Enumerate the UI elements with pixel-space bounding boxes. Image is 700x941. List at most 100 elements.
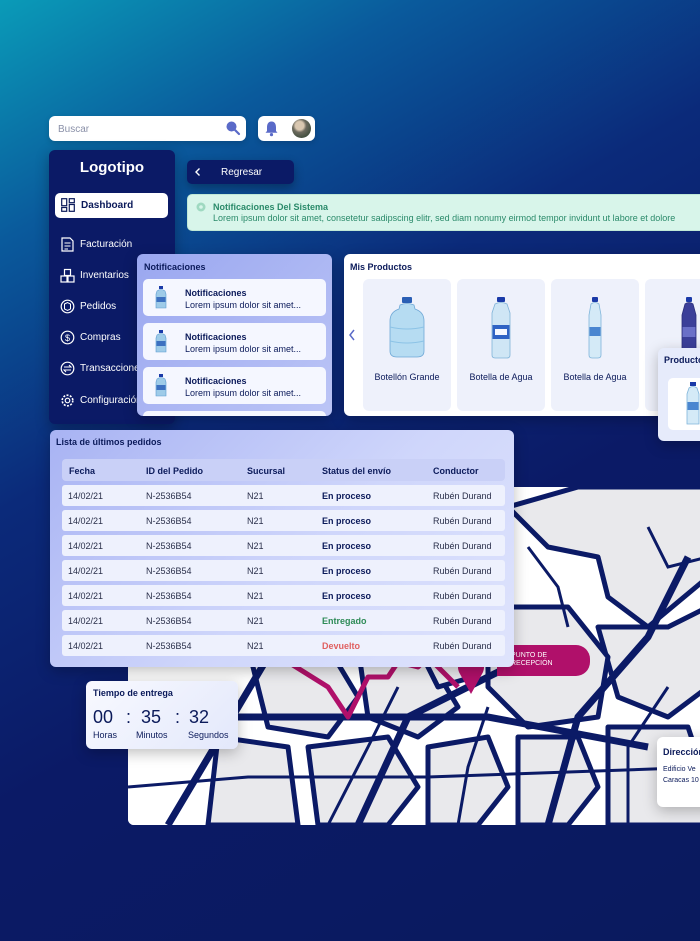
- bell-icon[interactable]: [263, 120, 280, 137]
- table-row[interactable]: 14/02/21 N-2536B54 N21 En proceso Rubén …: [62, 485, 505, 506]
- cell-order-id: N-2536B54: [146, 641, 192, 651]
- notification-title: Notificaciones: [185, 332, 247, 342]
- products-side-panel: Productos: [658, 348, 700, 441]
- system-notification-title: Notificaciones Del Sistema: [213, 202, 329, 212]
- cell-date: 14/02/21: [68, 566, 104, 576]
- time-separator: :: [175, 707, 181, 727]
- back-button-label: Regresar: [221, 167, 263, 178]
- column-header: Fecha: [69, 466, 96, 476]
- chevron-left-icon: [195, 168, 200, 176]
- dashboard-icon: [61, 198, 75, 212]
- hours-value: 00: [93, 707, 114, 727]
- cell-driver: Rubén Durand: [433, 541, 492, 551]
- cell-driver: Rubén Durand: [433, 591, 492, 601]
- gear-icon: [196, 202, 206, 212]
- system-notification-body: Lorem ipsum dolor sit amet, consetetur s…: [213, 213, 676, 223]
- notification-body: Lorem ipsum dolor sit amet...: [185, 388, 302, 398]
- cell-status: Devuelto: [322, 641, 361, 651]
- bottle-icon: [155, 374, 167, 397]
- pickup-point-text: PUNTO DE RECEPCIÓN: [511, 652, 553, 667]
- cell-date: 14/02/21: [68, 491, 104, 501]
- table-row[interactable]: 14/02/21 N-2536B54 N21 Devuelto Rubén Du…: [62, 635, 505, 656]
- gear-icon: [61, 394, 74, 407]
- sidebar-item-label: Inventarios: [80, 270, 129, 281]
- cell-branch: N21: [247, 591, 264, 601]
- minutes-label: Minutos: [136, 730, 168, 740]
- column-header: Status del envío: [322, 466, 392, 476]
- address-title: Dirección: [663, 747, 700, 757]
- notifications-title: Notificaciones: [144, 262, 206, 272]
- cell-status: En proceso: [322, 491, 372, 501]
- product-card[interactable]: Botella de Agua: [457, 279, 545, 411]
- cell-date: 14/02/21: [68, 516, 104, 526]
- chevron-left-icon[interactable]: [347, 328, 357, 342]
- cell-branch: N21: [247, 566, 264, 576]
- table-header: Fecha ID del Pedido Sucursal Status del …: [62, 459, 505, 481]
- notification-item[interactable]: [143, 411, 326, 416]
- products-title: Mis Productos: [350, 262, 413, 272]
- water-bottle-image: [491, 297, 511, 359]
- cell-order-id: N-2536B54: [146, 516, 192, 526]
- cell-date: 14/02/21: [68, 616, 104, 626]
- cell-status: Entregado: [322, 616, 367, 626]
- search-input[interactable]: [58, 122, 218, 136]
- search-icon[interactable]: [225, 120, 241, 136]
- notification-title: Notificaciones: [185, 376, 247, 386]
- sidebar-item-label: Transacciones: [80, 363, 145, 374]
- product-card[interactable]: Botellón Grande: [363, 279, 451, 411]
- notification-item[interactable]: Notificaciones Lorem ipsum dolor sit ame…: [143, 279, 326, 316]
- sidebar-item-dashboard[interactable]: Dashboard: [55, 193, 168, 218]
- cell-branch: N21: [247, 641, 264, 651]
- cell-order-id: N-2536B54: [146, 541, 192, 551]
- notifications-panel: Notificaciones Notificaciones Lorem ipsu…: [137, 254, 332, 416]
- table-row[interactable]: 14/02/21 N-2536B54 N21 En proceso Rubén …: [62, 535, 505, 556]
- hours-label: Horas: [93, 730, 118, 740]
- cell-branch: N21: [247, 616, 264, 626]
- sidebar-item-label: Dashboard: [81, 200, 134, 211]
- seconds-label: Segundos: [188, 730, 229, 740]
- water-bottle-image: [686, 382, 700, 425]
- search-bar[interactable]: [49, 116, 246, 141]
- sidebar-item-facturacion[interactable]: Facturación: [60, 236, 175, 254]
- notification-title: Notificaciones: [185, 288, 247, 298]
- orders-panel: Lista de últimos pedidos Fecha ID del Pe…: [50, 430, 514, 667]
- orders-title: Lista de últimos pedidos: [56, 437, 162, 447]
- notification-body: Lorem ipsum dolor sit amet...: [185, 344, 302, 354]
- system-notification: Notificaciones Del Sistema Lorem ipsum d…: [187, 194, 700, 231]
- transactions-icon: [60, 361, 75, 376]
- invoice-icon: [61, 237, 74, 252]
- product-name: Botellón Grande: [374, 372, 440, 382]
- bottle-icon: [155, 330, 167, 353]
- cell-order-id: N-2536B54: [146, 591, 192, 601]
- products-panel: Mis Productos Botellón Grande Botella de…: [344, 254, 700, 416]
- back-button[interactable]: Regresar: [187, 160, 294, 184]
- table-row[interactable]: 14/02/21 N-2536B54 N21 En proceso Rubén …: [62, 560, 505, 581]
- address-line: Caracas 10: [663, 777, 699, 784]
- notification-item[interactable]: Notificaciones Lorem ipsum dolor sit ame…: [143, 323, 326, 360]
- minutes-value: 35: [141, 707, 162, 727]
- notification-item[interactable]: Notificaciones Lorem ipsum dolor sit ame…: [143, 367, 326, 404]
- time-separator: :: [126, 707, 132, 727]
- water-bottle-image: [588, 297, 602, 359]
- table-row[interactable]: 14/02/21 N-2536B54 N21 Entregado Rubén D…: [62, 610, 505, 631]
- column-header: Sucursal: [247, 466, 286, 476]
- orders-icon: [60, 299, 75, 314]
- cell-driver: Rubén Durand: [433, 516, 492, 526]
- avatar[interactable]: [292, 119, 311, 138]
- products-side-title: Productos: [664, 355, 700, 365]
- sidebar-item-label: Compras: [80, 332, 121, 343]
- product-card[interactable]: Botella de Agua: [551, 279, 639, 411]
- delivery-time-card: Tiempo de entrega 00 : 35 : 32 Horas Min…: [86, 681, 238, 749]
- cell-order-id: N-2536B54: [146, 566, 192, 576]
- sidebar-item-label: Facturación: [80, 239, 133, 250]
- dollar-icon: $: [60, 330, 75, 345]
- table-row[interactable]: 14/02/21 N-2536B54 N21 En proceso Rubén …: [62, 585, 505, 606]
- product-card[interactable]: [668, 378, 700, 430]
- address-card: Dirección Edificio Ve Caracas 10: [657, 737, 700, 807]
- svg-text:$: $: [65, 333, 70, 343]
- sidebar-item-label: Configuración: [80, 395, 142, 406]
- cell-status: En proceso: [322, 566, 372, 576]
- table-row[interactable]: 14/02/21 N-2536B54 N21 En proceso Rubén …: [62, 510, 505, 531]
- cell-driver: Rubén Durand: [433, 491, 492, 501]
- sidebar-item-label: Pedidos: [80, 301, 117, 312]
